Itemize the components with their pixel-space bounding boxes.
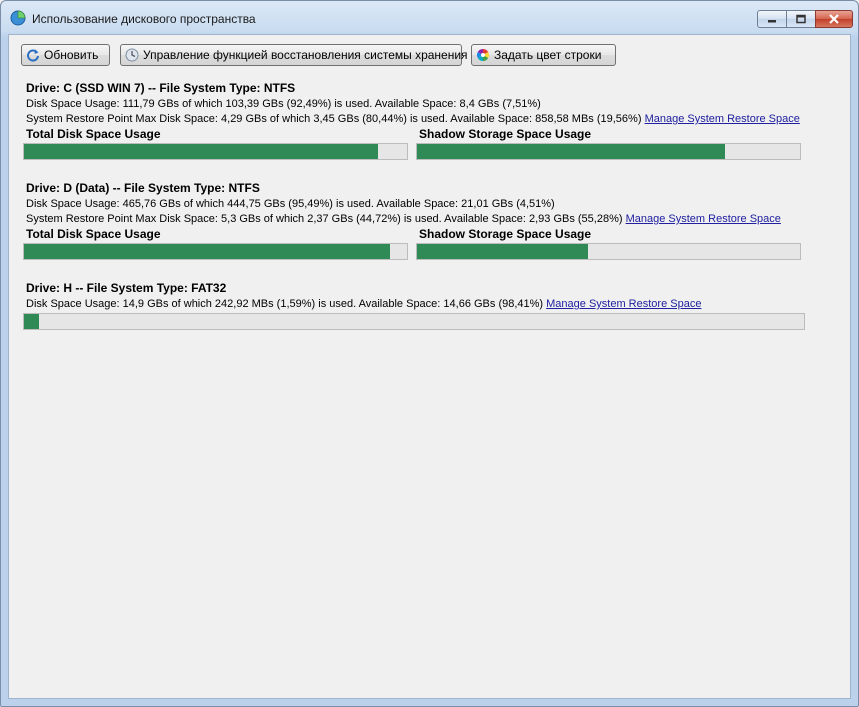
maximize-icon: [796, 14, 806, 24]
system-restore-manage-label: Управление функцией восстановления систе…: [143, 48, 468, 62]
caption-buttons: [757, 10, 853, 29]
close-button[interactable]: [815, 10, 853, 28]
shadow-usage-label: Shadow Storage Space Usage: [419, 227, 592, 241]
disk-usage-app-icon: [10, 10, 26, 26]
shadow-usage-fill: [417, 244, 588, 259]
color-palette-icon: [476, 49, 490, 61]
shadow-usage-bar: [416, 143, 801, 160]
manage-restore-space-link[interactable]: Manage System Restore Space: [626, 213, 781, 225]
shadow-usage-label: Shadow Storage Space Usage: [419, 127, 592, 141]
total-usage-label: Total Disk Space Usage: [26, 127, 161, 141]
set-row-color-button[interactable]: Задать цвет строки: [471, 44, 616, 66]
refresh-button[interactable]: Обновить: [21, 44, 110, 66]
shadow-usage-bar: [416, 243, 801, 260]
restore-space-line: System Restore Point Max Disk Space: 4,2…: [26, 113, 800, 125]
total-usage-bar: [23, 243, 408, 260]
drive-title: Drive: C (SSD WIN 7) -- File System Type…: [26, 81, 296, 95]
shadow-usage-fill: [417, 144, 725, 159]
minimize-icon: [768, 20, 776, 23]
disk-usage-text: Disk Space Usage: 111,79 GBs of which 10…: [26, 98, 541, 110]
total-usage-fill: [24, 244, 390, 259]
system-restore-icon: [125, 48, 139, 62]
app-window: Использование дискового пространства Обн…: [0, 0, 859, 707]
title-bar[interactable]: Использование дискового пространства: [1, 1, 858, 35]
restore-space-line: System Restore Point Max Disk Space: 5,3…: [26, 213, 781, 225]
manage-restore-space-link[interactable]: Manage System Restore Space: [546, 298, 701, 310]
disk-usage-text: Disk Space Usage: 465,76 GBs of which 44…: [26, 198, 555, 210]
total-usage-fill: [24, 314, 39, 329]
total-usage-fill: [24, 144, 378, 159]
minimize-button[interactable]: [757, 10, 787, 28]
system-restore-manage-button[interactable]: Управление функцией восстановления систе…: [120, 44, 468, 66]
maximize-button[interactable]: [786, 10, 816, 28]
set-row-color-label: Задать цвет строки: [494, 48, 602, 62]
manage-restore-space-link[interactable]: Manage System Restore Space: [645, 113, 800, 125]
restore-space-text: System Restore Point Max Disk Space: 4,2…: [26, 113, 642, 125]
drive-title: Drive: D (Data) -- File System Type: NTF…: [26, 181, 260, 195]
disk-usage-line: Disk Space Usage: 14,9 GBs of which 242,…: [26, 298, 701, 310]
window-title: Использование дискового пространства: [32, 12, 256, 26]
disk-usage-text: Disk Space Usage: 14,9 GBs of which 242,…: [26, 298, 544, 310]
total-usage-label: Total Disk Space Usage: [26, 227, 161, 241]
total-usage-bar: [23, 143, 408, 160]
client-area: Обновить Управление функцией восстановле…: [8, 34, 851, 699]
restore-space-text: System Restore Point Max Disk Space: 5,3…: [26, 213, 623, 225]
total-usage-bar: [23, 313, 805, 330]
refresh-label: Обновить: [44, 48, 99, 62]
refresh-icon: [27, 49, 39, 62]
close-icon: [829, 14, 839, 24]
drive-title: Drive: H -- File System Type: FAT32: [26, 281, 227, 295]
